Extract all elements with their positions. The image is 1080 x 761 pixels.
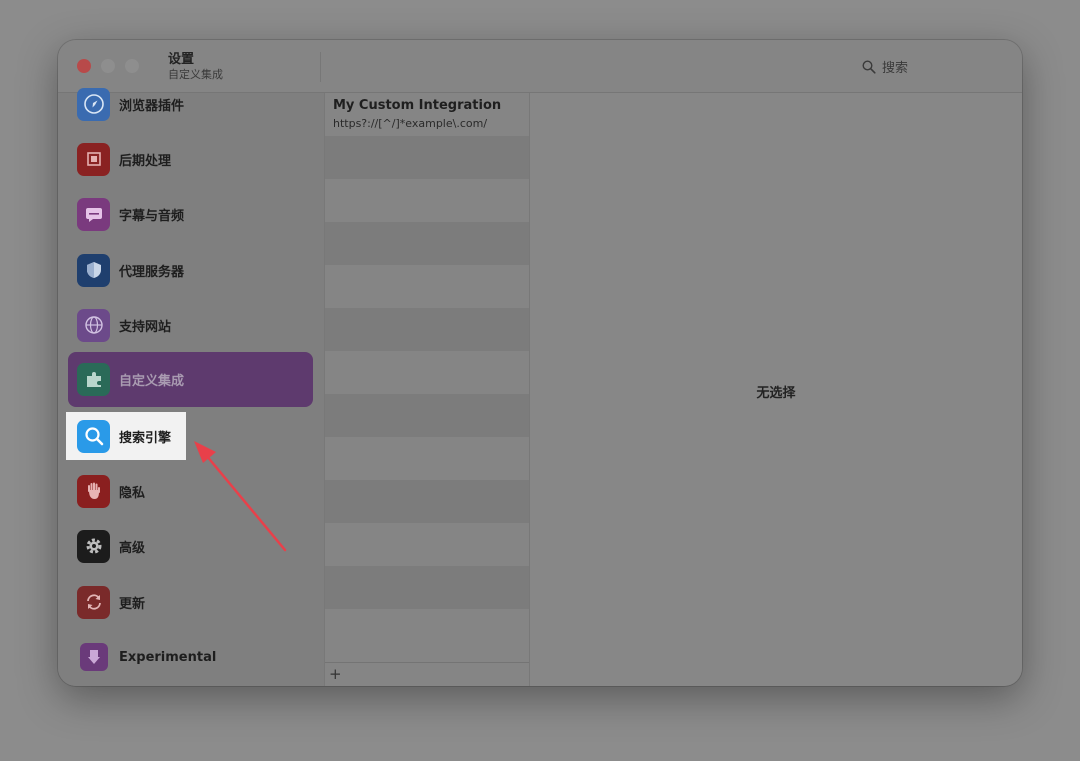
window-title: 设置 [168, 52, 195, 67]
zoom-button[interactable] [125, 59, 139, 73]
sidebar-item-label: 隐私 [119, 485, 146, 501]
list-row-empty [325, 308, 529, 351]
sidebar-item-label: 代理服务器 [119, 264, 185, 280]
list-item[interactable]: My Custom Integration https?://[^/]*exam… [325, 93, 529, 136]
refresh-icon [77, 585, 110, 619]
list-footer: + [325, 662, 529, 686]
search-icon [862, 59, 876, 74]
add-integration-button[interactable]: + [329, 665, 342, 683]
list-row-empty [325, 566, 529, 609]
sidebar: 浏览器插件 后期处理 字幕与音频 代理服务器 支持网站 自定义集成 搜索引擎 隐… [58, 87, 324, 686]
sidebar-item-label: 后期处理 [119, 153, 172, 169]
shield-icon [77, 253, 110, 287]
list-item-title: My Custom Integration [333, 98, 502, 113]
compass-icon [77, 87, 110, 121]
flask-icon [80, 643, 108, 671]
sidebar-item-search-engine[interactable]: 搜索引擎 [68, 413, 313, 459]
sidebar-item-post-processing[interactable]: 后期处理 [68, 136, 313, 182]
puzzle-icon [77, 363, 110, 396]
title-divider [320, 52, 321, 82]
no-selection-label: 无选择 [756, 386, 796, 401]
sidebar-item-privacy[interactable]: 隐私 [68, 468, 313, 514]
sidebar-item-experimental[interactable]: Experimental [68, 634, 313, 680]
sidebar-item-label: 自定义集成 [119, 374, 185, 389]
sidebar-item-subtitles-audio[interactable]: 字幕与音频 [68, 191, 313, 237]
window-subtitle: 自定义集成 [168, 68, 223, 81]
sidebar-item-proxy[interactable]: 代理服务器 [68, 247, 313, 293]
search-icon [77, 419, 110, 453]
sidebar-item-advanced[interactable]: 高级 [68, 523, 313, 569]
sidebar-item-supported-sites[interactable]: 支持网站 [68, 302, 313, 348]
list-row-empty [325, 480, 529, 523]
integration-list: My Custom Integration https?://[^/]*exam… [324, 93, 530, 686]
list-row-empty [325, 222, 529, 265]
minimize-button[interactable] [101, 59, 115, 73]
globe-icon [77, 308, 110, 342]
sidebar-item-label: 字幕与音频 [119, 208, 185, 224]
search-field[interactable]: 搜索 [862, 57, 908, 76]
gear-icon [77, 529, 110, 563]
sidebar-item-label: Experimental [119, 649, 217, 665]
sidebar-item-label: 高级 [119, 540, 146, 556]
sidebar-item-label: 支持网站 [119, 319, 172, 335]
caption-icon [77, 197, 110, 231]
chip-icon [77, 142, 110, 176]
detail-pane: 无选择 [530, 93, 1022, 686]
close-button[interactable] [77, 59, 91, 73]
settings-window: 设置 自定义集成 搜索 浏览器插件 后期处理 字幕与音频 代理服务器 支持网站 … [58, 40, 1022, 686]
list-item-subtitle: https?://[^/]*example\.com/ [333, 117, 488, 130]
list-row-empty [325, 394, 529, 437]
sidebar-item-browser-extension[interactable]: 浏览器插件 [68, 81, 313, 127]
search-placeholder: 搜索 [882, 61, 909, 76]
title-block: 设置 自定义集成 [168, 52, 223, 82]
sidebar-item-label: 更新 [119, 596, 146, 612]
hand-icon [77, 474, 110, 508]
sidebar-item-label: 浏览器插件 [119, 98, 185, 114]
sidebar-item-updates[interactable]: 更新 [68, 579, 313, 625]
sidebar-item-custom-integration[interactable]: 自定义集成 [68, 352, 313, 407]
list-row-empty [325, 136, 529, 179]
sidebar-item-label: 搜索引擎 [119, 430, 172, 446]
